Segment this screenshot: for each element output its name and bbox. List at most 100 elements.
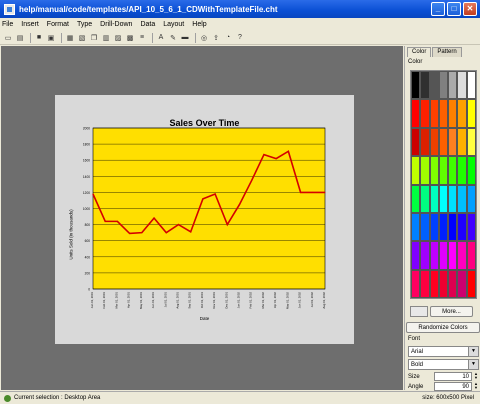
color-swatch[interactable] [457,156,467,185]
color-swatch[interactable] [429,156,439,185]
x-tick-label[interactable]: May 01, 2002 [285,292,289,309]
layout-icon[interactable]: ▨ [113,33,123,43]
menu-insert[interactable]: Insert [21,21,39,28]
x-tick-label[interactable]: Aug 01, 2002 [322,292,326,309]
close-button[interactable]: ✕ [463,2,477,16]
color-swatch[interactable] [420,269,430,298]
color-swatch[interactable] [457,99,467,128]
image-icon[interactable]: ▧ [77,33,87,43]
menu-help[interactable]: Help [192,21,206,28]
text-icon[interactable]: A [156,33,166,43]
size-input[interactable]: 10 [434,372,472,381]
color-swatch[interactable] [429,71,439,100]
x-tick-label[interactable]: May 01, 2001 [139,292,143,309]
y-tick-label[interactable]: 200 [85,271,91,275]
color-swatch[interactable] [420,71,430,100]
y-tick-label[interactable]: 600 [85,239,91,243]
list-icon[interactable]: ≡ [137,33,147,43]
size-stepper[interactable]: ▲ ▼ [473,372,479,381]
y-tick-label[interactable]: 0 [88,288,90,292]
color-swatch[interactable] [466,127,476,157]
open-icon[interactable]: ▤ [15,33,25,43]
data-point[interactable] [226,224,228,226]
x-tick-label[interactable]: Nov 01, 2001 [212,292,216,309]
menu-file[interactable]: File [2,21,13,28]
color-swatch[interactable] [411,156,421,185]
zoom-icon[interactable]: ◎ [199,33,209,43]
color-swatch[interactable] [457,241,467,270]
x-tick-label[interactable]: Jun 01, 2001 [151,292,155,309]
menu-type[interactable]: Type [77,21,92,28]
y-tick-label[interactable]: 2000 [83,127,90,131]
color-swatch[interactable] [420,212,430,242]
color-swatch[interactable] [448,241,458,270]
new-icon[interactable]: ▭ [3,33,13,43]
data-point[interactable] [263,154,265,156]
menu-data[interactable]: Data [140,21,155,28]
x-tick-label[interactable]: Feb 01, 2001 [102,292,106,309]
color-swatch[interactable] [448,184,458,213]
x-tick-label[interactable]: Jan 01, 2001 [90,292,94,309]
color-swatch[interactable] [411,269,421,298]
color-swatch[interactable] [429,127,439,157]
angle-input[interactable]: 90 [434,382,472,391]
y-tick-label[interactable]: 1200 [83,191,90,195]
color-swatch[interactable] [448,127,458,157]
color-swatch[interactable] [420,156,430,185]
color-swatch[interactable] [420,99,430,128]
tab-color[interactable]: Color [407,47,432,57]
color-swatch[interactable] [448,156,458,185]
color-swatch[interactable] [448,212,458,242]
y-tick-label[interactable]: 400 [85,255,91,259]
color-swatch[interactable] [411,241,421,270]
color-swatch[interactable] [411,71,421,100]
y-tick-label[interactable]: 1000 [83,207,90,211]
font-style-select[interactable]: Bold ▼ [408,359,479,370]
data-point[interactable] [214,193,216,195]
color-swatch[interactable] [429,269,439,298]
help-icon[interactable]: ? [235,33,245,43]
x-tick-label[interactable]: Jan 01, 2002 [237,292,241,309]
print-icon[interactable]: ▣ [46,33,56,43]
color-swatch[interactable] [457,269,467,298]
data-point[interactable] [300,191,302,193]
y-tick-label[interactable]: 1400 [83,175,90,179]
data-point[interactable] [129,232,131,234]
data-point[interactable] [202,198,204,200]
save-icon[interactable]: ■ [34,33,44,43]
data-point[interactable] [324,191,326,193]
color-swatch[interactable] [466,269,476,298]
data-point[interactable] [275,158,277,160]
color-swatch[interactable] [466,184,476,213]
color-swatch[interactable] [457,71,467,100]
y-tick-label[interactable]: 800 [85,223,91,227]
randomize-colors-button[interactable]: Randomize Colors [406,322,480,333]
color-swatch[interactable] [466,212,476,242]
color-swatch[interactable] [438,269,449,298]
table-icon[interactable]: ▥ [101,33,111,43]
data-point[interactable] [116,220,118,222]
x-tick-label[interactable]: Apr 01, 2002 [273,292,277,308]
x-tick-label[interactable]: Jun 01, 2002 [298,292,302,309]
color-swatch[interactable] [411,99,421,128]
color-swatch[interactable] [448,99,458,128]
color-swatch[interactable] [411,212,421,242]
menu-format[interactable]: Format [47,21,69,28]
x-tick-label[interactable]: Apr 01, 2001 [127,292,131,308]
color-swatch[interactable] [457,184,467,213]
x-tick-label[interactable]: Dec 01, 2001 [224,292,228,309]
color-swatch[interactable] [429,99,439,128]
color-swatch[interactable] [420,127,430,157]
data-point[interactable] [92,193,94,195]
pen-icon[interactable]: ✎ [168,33,178,43]
color-swatch[interactable] [438,71,449,100]
x-tick-label[interactable]: Feb 01, 2002 [249,292,253,309]
x-tick-label[interactable]: Mar 01, 2001 [114,292,118,309]
x-tick-label[interactable]: Jul 01, 2001 [163,292,167,308]
y-tick-label[interactable]: 1600 [83,159,90,163]
data-point[interactable] [141,232,143,234]
color-swatch[interactable] [438,241,449,270]
maximize-button[interactable]: □ [447,2,461,16]
menu-drill-down[interactable]: Drill-Down [100,21,132,28]
picture-icon[interactable]: ▬ [180,33,190,43]
